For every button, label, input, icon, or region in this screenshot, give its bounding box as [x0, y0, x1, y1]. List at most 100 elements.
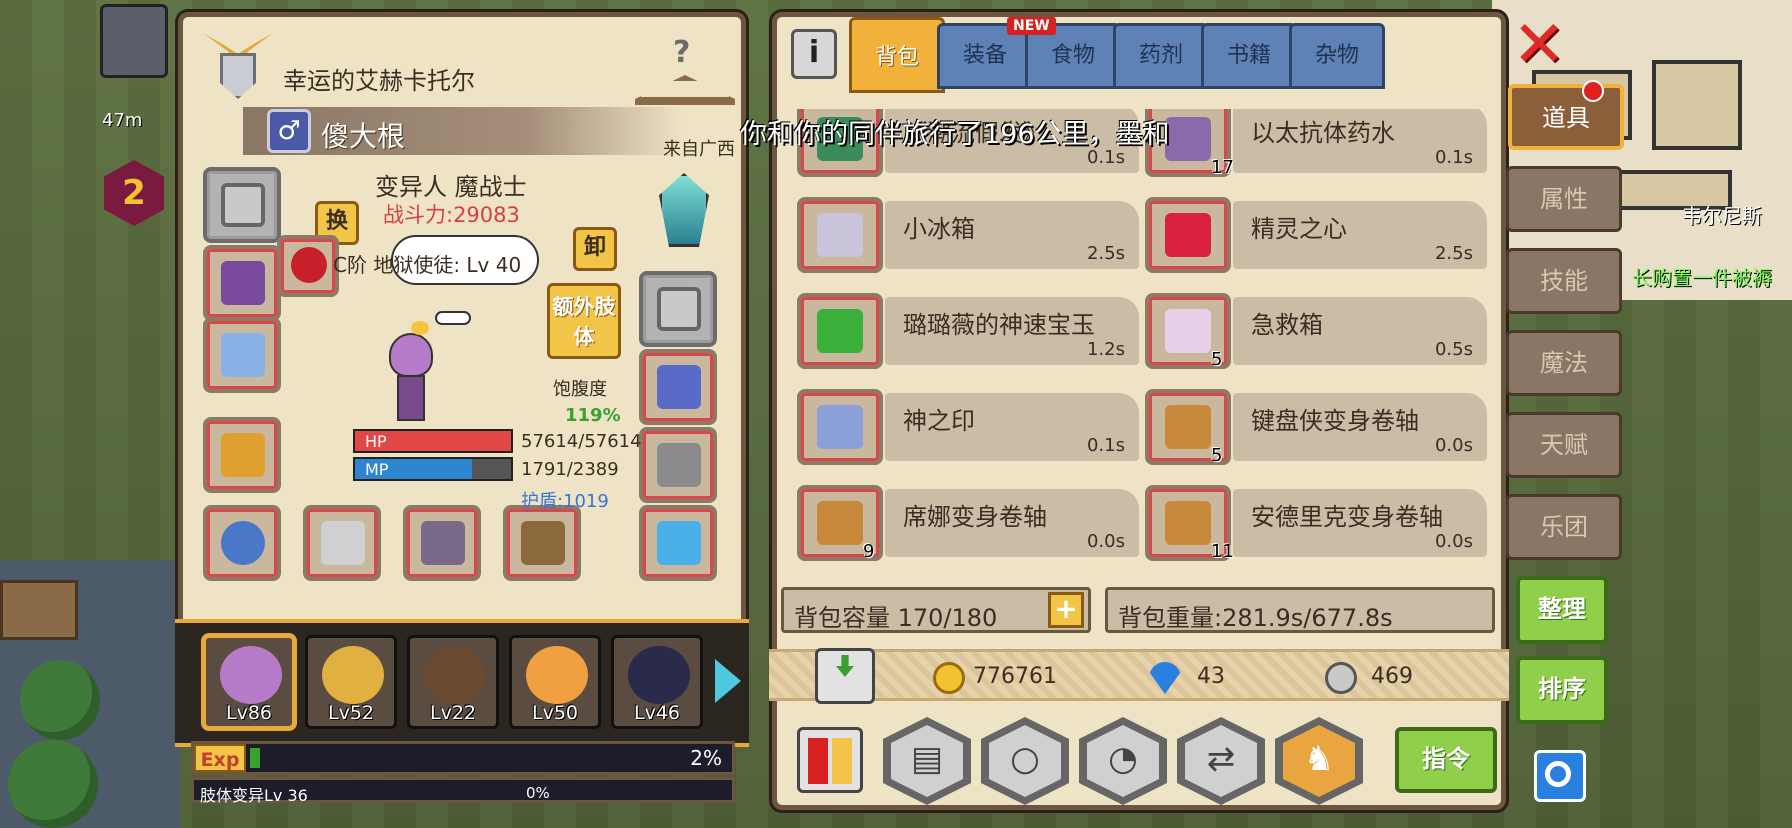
member-avatar [322, 646, 384, 704]
rank-one-icon [808, 738, 828, 784]
inventory-item[interactable]: 9 席娜变身卷轴 0.0s [797, 479, 1141, 565]
item-weight: 0.1s [1434, 147, 1473, 168]
tab-books[interactable]: 书籍 [1201, 23, 1297, 89]
inspect-icon: ◔ [1108, 739, 1138, 779]
side-tab-attributes[interactable]: 属性 [1506, 166, 1622, 232]
player-portrait[interactable] [100, 4, 168, 78]
character-hair [389, 333, 433, 377]
item-icon-frame[interactable]: 9 [797, 485, 883, 562]
potion-icon [1165, 117, 1211, 161]
empty-slot-right[interactable] [639, 271, 717, 347]
item-name: 璐璐薇的神速宝玉 [903, 311, 1095, 339]
inspect-button[interactable]: ◔ [1079, 717, 1167, 805]
inventory-item[interactable]: 璐璐薇的神速宝玉 1.2s [797, 287, 1141, 373]
party-member[interactable]: Lv50 [509, 635, 601, 729]
rank-two-icon [832, 738, 852, 784]
wardrobe-hanger-icon[interactable]: ? [635, 35, 735, 109]
side-tab-band[interactable]: 乐团 [1506, 494, 1622, 560]
side-tab-talents[interactable]: 天赋 [1506, 412, 1622, 478]
question-mark-icon: ? [673, 35, 691, 70]
tab-misc[interactable]: 杂物 [1289, 23, 1385, 89]
sort-button[interactable]: 排序 [1516, 656, 1608, 724]
inventory-item[interactable]: 精灵之心 2.5s [1145, 191, 1489, 277]
unequip-button[interactable]: 卸 [573, 227, 617, 271]
new-badge: NEW [1007, 17, 1056, 35]
mutation-bar: 肢体变异Lv 36 0% [191, 777, 735, 805]
close-icon[interactable]: ✕ [1512, 13, 1566, 77]
item-count: 5 [1211, 349, 1223, 370]
item-icon-frame[interactable] [797, 389, 883, 465]
slot-sword[interactable] [303, 505, 381, 581]
book-button[interactable]: ▤ [883, 717, 971, 805]
search-item-button[interactable]: ○ [981, 717, 1069, 805]
command-button[interactable]: 指令 [1395, 727, 1497, 793]
exp-percent: 2% [690, 746, 722, 770]
notification-dot [1582, 80, 1604, 102]
extra-limb-button[interactable]: 额外肢体 [547, 283, 621, 359]
inventory-item[interactable]: 小冰箱 2.5s [797, 191, 1141, 277]
rank-emblem-icon[interactable] [203, 25, 273, 109]
item-icon-frame[interactable]: 5 [1145, 293, 1231, 370]
slot-ring[interactable] [203, 505, 281, 581]
slot-bow[interactable] [503, 505, 581, 581]
knight-button[interactable]: ♞ [1275, 717, 1363, 805]
info-button[interactable]: i [791, 29, 837, 79]
item-icon-frame[interactable]: 5 [1145, 389, 1231, 466]
search-button[interactable] [1534, 750, 1586, 802]
slot-belt[interactable] [639, 349, 717, 425]
slot-rune[interactable] [277, 235, 339, 297]
slot-blade[interactable] [403, 505, 481, 581]
experience-section: Exp 2% 肢体变异Lv 36 0% [185, 739, 741, 809]
member-level: Lv86 [225, 702, 272, 724]
item-icon-frame[interactable] [797, 197, 883, 273]
side-tab-items[interactable]: 道具 [1508, 84, 1624, 150]
party-member[interactable]: Lv86 [203, 635, 295, 729]
side-tab-skills[interactable]: 技能 [1506, 248, 1622, 314]
slot-lantern[interactable] [639, 505, 717, 581]
store-items-button[interactable] [815, 648, 875, 704]
slot-boots[interactable] [639, 427, 717, 503]
item-icon-frame[interactable] [797, 293, 883, 369]
soul-gem-icon[interactable] [649, 167, 719, 255]
slot-wing[interactable] [203, 317, 281, 393]
item-icon-frame[interactable] [1145, 197, 1231, 273]
item-name: 键盘侠变身卷轴 [1251, 407, 1419, 435]
empty-slot-head[interactable] [203, 167, 281, 243]
inventory-item[interactable]: 5 键盘侠变身卷轴 0.0s [1145, 383, 1489, 469]
inventory-item[interactable]: 11 安德里克变身卷轴 0.0s [1145, 479, 1489, 565]
tab-backpack[interactable]: 背包 [849, 17, 945, 93]
item-name: 精灵之心 [1251, 215, 1347, 243]
item-icon-frame[interactable]: 11 [1145, 485, 1234, 562]
gem-value: 43 [1197, 664, 1225, 689]
exchange-button[interactable]: ⇄ [1177, 717, 1265, 805]
member-level: Lv50 [531, 702, 578, 724]
boots-icon [657, 443, 701, 487]
inventory-item[interactable]: 17 以太抗体药水 0.1s [1145, 109, 1489, 181]
first-aid-icon [1165, 309, 1211, 353]
item-count: 17 [1211, 157, 1234, 178]
hanger-bar [635, 75, 735, 105]
inventory-item[interactable]: 神之印 0.1s [797, 383, 1141, 469]
gold-coin-icon [933, 662, 965, 694]
ranking-button[interactable] [797, 727, 863, 793]
side-tab-magic[interactable]: 魔法 [1506, 330, 1622, 396]
blade-icon [421, 521, 465, 565]
slot-necklace[interactable] [203, 245, 281, 321]
member-avatar [628, 646, 690, 704]
tree [20, 660, 100, 740]
expand-capacity-button[interactable]: + [1048, 592, 1084, 628]
hp-value: 57614/57614 [521, 431, 642, 452]
tab-potions[interactable]: 药剂 [1113, 23, 1209, 89]
slot-armor[interactable] [203, 417, 281, 493]
party-member[interactable]: Lv46 [611, 635, 703, 729]
party-member[interactable]: Lv22 [407, 635, 499, 729]
armor-icon [221, 433, 265, 477]
party-member[interactable]: Lv52 [305, 635, 397, 729]
seal-icon [817, 405, 863, 449]
swap-arrows-icon: ⇄ [1206, 739, 1236, 779]
item-list[interactable]: 《潮流假发》 0.1s 17 以太抗体药水 0.1s 小冰箱 2.5s 精灵之心 2.5s 璐璐薇… [777, 109, 1501, 573]
organize-button[interactable]: 整理 [1516, 576, 1608, 644]
party-next-arrow-icon[interactable] [715, 659, 741, 703]
inventory-item[interactable]: 5 急救箱 0.5s [1145, 287, 1489, 373]
gem-icon [817, 309, 863, 353]
